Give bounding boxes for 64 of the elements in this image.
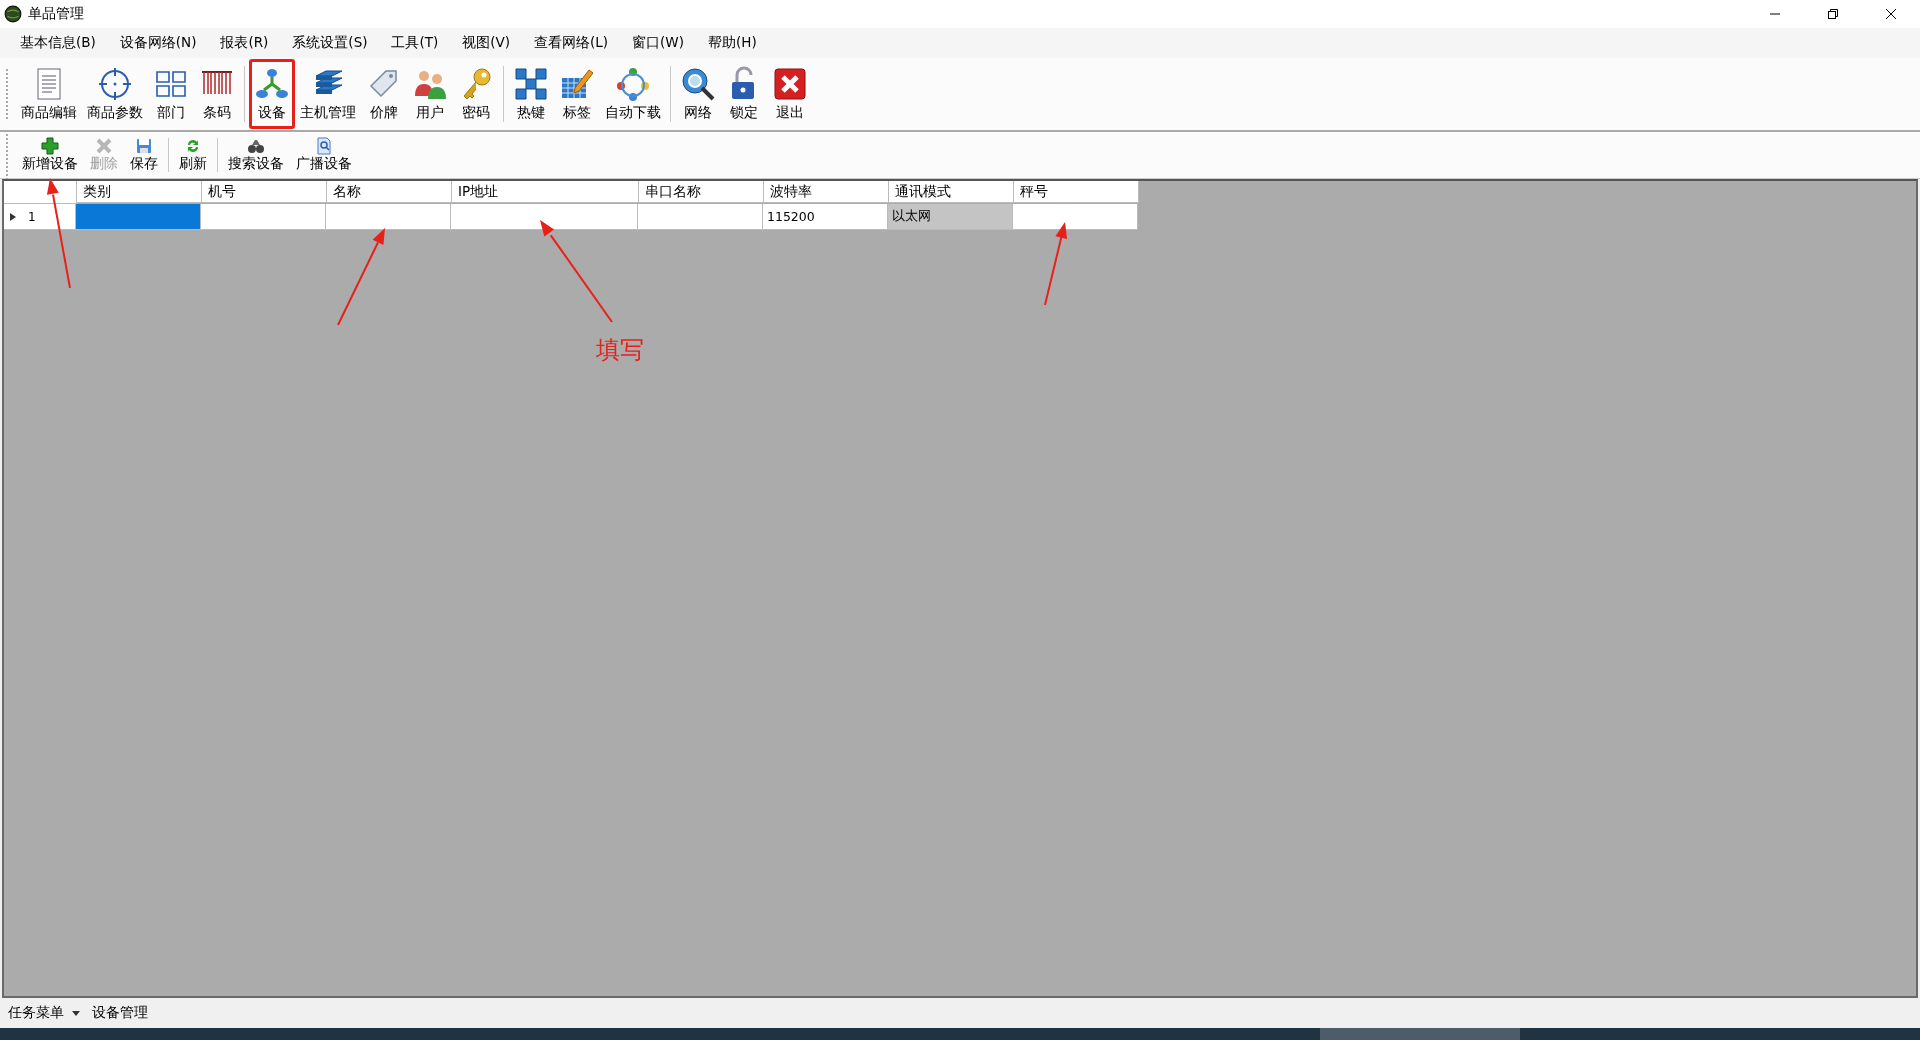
column-header[interactable]: 机号	[202, 181, 327, 203]
toolbar-button[interactable]: 设备	[249, 59, 295, 129]
column-header[interactable]: 波特率	[764, 181, 889, 203]
document-search-icon	[315, 137, 333, 155]
toolbar-button[interactable]: 搜索设备	[222, 135, 290, 175]
task-menu-dropdown[interactable]: 任务菜单	[6, 1004, 82, 1022]
tiles-icon	[513, 66, 549, 102]
column-header[interactable]: 串口名称	[639, 181, 764, 203]
toolbar-button[interactable]: 网络	[675, 59, 721, 129]
table-cell[interactable]	[451, 204, 638, 230]
menu-item[interactable]: 查看网络(L)	[522, 34, 621, 52]
table-cell[interactable]: 115200	[763, 204, 888, 230]
menu-item[interactable]: 视图(V)	[450, 34, 523, 52]
restore-icon	[1827, 8, 1839, 20]
close-icon	[1885, 8, 1897, 20]
column-header[interactable]: 类别	[77, 181, 202, 203]
column-header[interactable]: 名称	[327, 181, 452, 203]
menu-item[interactable]: 设备网络(N)	[107, 34, 209, 52]
toolbar-button[interactable]: 新增设备	[16, 135, 84, 175]
globe-magnifier-icon	[680, 66, 716, 102]
toolbar-button[interactable]: 锁定	[721, 59, 767, 129]
toolbar-button[interactable]: 用户	[407, 59, 453, 129]
toolbar-button[interactable]: 密码	[453, 59, 499, 129]
crosshair-icon	[97, 66, 133, 102]
app-globe-icon	[4, 5, 22, 23]
toolbar-button[interactable]: 保存	[124, 135, 164, 175]
toolbar-button[interactable]: 条码	[194, 59, 240, 129]
table-cell[interactable]: 以太网	[888, 204, 1013, 230]
status-text: 设备管理	[92, 1004, 148, 1022]
toolbar-button[interactable]: 标签	[554, 59, 600, 129]
menu-item[interactable]: 报表(R)	[208, 34, 281, 52]
menu-item[interactable]: 帮助(H)	[696, 34, 769, 52]
toolbar-button[interactable]: 商品参数	[82, 59, 148, 129]
table-cell[interactable]	[1013, 204, 1138, 230]
annotation-label: 填写	[596, 335, 644, 366]
close-icon	[772, 66, 808, 102]
toolbar-button[interactable]: 热键	[508, 59, 554, 129]
column-header[interactable]: IP地址	[452, 181, 639, 203]
row-pointer-icon	[10, 212, 16, 221]
window-title: 单品管理	[28, 5, 84, 23]
toolbar-button[interactable]: 广播设备	[290, 135, 358, 175]
menu-item[interactable]: 工具(T)	[379, 34, 451, 52]
menu-item[interactable]: 基本信息(B)	[8, 34, 108, 52]
toolbar-button[interactable]: 退出	[767, 59, 813, 129]
toolbar-button[interactable]: 部门	[148, 59, 194, 129]
menu-item[interactable]: 窗口(W)	[620, 34, 696, 52]
row-number: 1	[28, 209, 36, 224]
column-header[interactable]: 秤号	[1014, 181, 1139, 203]
table-cell[interactable]	[201, 204, 326, 230]
table-cell[interactable]	[638, 204, 763, 230]
toolbar-button[interactable]: 价牌	[361, 59, 407, 129]
toolbar-button[interactable]: 商品编辑	[16, 59, 82, 129]
menu-item[interactable]: 系统设置(S)	[280, 34, 380, 52]
plus-icon	[41, 137, 59, 155]
toolbar-button[interactable]: 主机管理	[295, 59, 361, 129]
table-cell[interactable]	[326, 204, 451, 230]
binoculars-icon	[247, 137, 265, 155]
table-cell[interactable]	[76, 204, 201, 230]
caret-icon	[72, 1010, 80, 1016]
row-header[interactable]: 1	[4, 204, 76, 230]
toolbar-button[interactable]: 刷新	[173, 135, 213, 175]
x-mark-icon	[95, 137, 113, 155]
toolbar-button[interactable]: 自动下载	[600, 59, 666, 129]
column-header[interactable]: 通讯模式	[889, 181, 1014, 203]
